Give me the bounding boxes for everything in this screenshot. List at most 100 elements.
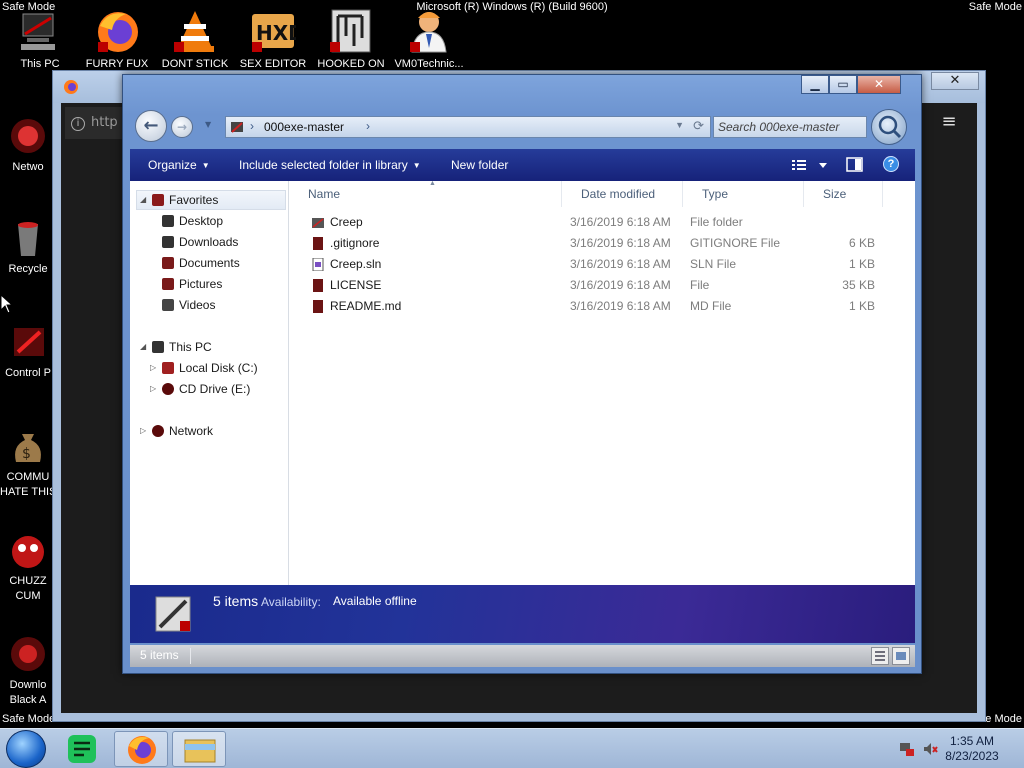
desktop-icon-this-pc[interactable]: This PC	[1, 8, 79, 71]
file-icon	[313, 237, 323, 250]
network-tray-icon[interactable]	[898, 741, 914, 761]
file-type: MD File	[690, 299, 732, 313]
organize-button[interactable]: Organize ▼	[148, 158, 210, 172]
command-bar: Organize ▼ Include selected folder in lib…	[130, 149, 915, 181]
large-icons-view-button[interactable]	[892, 647, 910, 665]
firefox-icon	[94, 8, 140, 54]
column-header-type[interactable]: Type	[684, 181, 804, 207]
expand-arrow-icon[interactable]: ▷	[140, 426, 146, 435]
desktop-icon-commu[interactable]: $ COMMU HATE THIS	[0, 426, 56, 500]
preview-pane-icon	[846, 157, 863, 172]
column-header-size[interactable]: Size	[805, 181, 883, 207]
desktop-icon-recycle[interactable]: Recycle	[0, 218, 56, 277]
search-input[interactable]: Search 000exe-master	[713, 116, 867, 138]
hxd-icon: HXD	[250, 8, 305, 54]
address-dropdown-icon[interactable]: ▼	[675, 120, 684, 130]
collapse-arrow-icon[interactable]: ◢	[140, 342, 146, 351]
svg-text:$: $	[22, 446, 31, 462]
column-header-date[interactable]: Date modified	[563, 181, 683, 207]
desktop-icon-label: Control P	[5, 367, 51, 379]
clock-date: 8/23/2023	[945, 749, 999, 763]
help-icon[interactable]: ?	[883, 156, 899, 172]
file-icon	[313, 300, 323, 313]
nav-network[interactable]: Network	[152, 422, 213, 440]
nav-documents[interactable]: Documents	[162, 254, 240, 272]
clock-time: 1:35 AM	[949, 734, 995, 748]
nav-local-disk[interactable]: Local Disk (C:)	[162, 359, 258, 377]
safe-mode-label-bottom-left: Safe Mode	[2, 713, 56, 725]
mouse-cursor-icon	[0, 293, 14, 318]
taskbar-firefox[interactable]	[114, 731, 168, 767]
desktop-icon-control-panel[interactable]: Control P	[0, 322, 56, 381]
browser-close-button[interactable]: ✕	[931, 72, 979, 90]
include-in-library-button[interactable]: Include selected folder in library ▼	[239, 158, 421, 172]
desktop-icon-download[interactable]: Downlo Black A	[0, 634, 56, 708]
desktop-icon-label: SEX EDITOR	[239, 58, 307, 70]
address-bar[interactable]: › 000exe-master › ▼ ⟳	[225, 116, 711, 138]
maximize-button[interactable]: ▭	[829, 75, 857, 94]
file-name: .gitignore	[330, 236, 380, 250]
new-folder-button[interactable]: New folder	[451, 158, 508, 172]
navigation-bar: ← → ▼ › 000exe-master › ▼ ⟳ Search 000ex…	[131, 109, 913, 145]
details-availability-value: Available offline	[333, 594, 417, 608]
change-view-button[interactable]	[792, 157, 832, 176]
nav-this-pc[interactable]: This PC	[152, 338, 212, 356]
back-button[interactable]: ←	[135, 110, 167, 142]
start-button[interactable]	[6, 730, 46, 768]
minimize-button[interactable]: ▁	[801, 75, 829, 94]
desktop-icon-label: Netwo	[12, 161, 44, 173]
file-size: 35 KB	[842, 278, 875, 292]
file-row[interactable]: Creep.sln 3/16/2019 6:18 AM SLN File 1 K…	[290, 254, 915, 275]
recent-locations-chevron-icon[interactable]: ▼	[205, 120, 211, 129]
browser-menu-button[interactable]: ≡	[925, 107, 973, 139]
nav-this-pc-label: This PC	[169, 340, 212, 354]
forward-arrow-icon: →	[176, 120, 188, 134]
download-icon	[8, 634, 48, 674]
taskbar-file-explorer[interactable]	[172, 731, 226, 767]
nav-videos-label: Videos	[179, 298, 216, 312]
refresh-icon[interactable]: ⟳	[693, 118, 704, 134]
chuzzle-icon	[8, 530, 48, 570]
file-row[interactable]: Creep 3/16/2019 6:18 AM File folder	[290, 212, 915, 233]
file-row[interactable]: LICENSE 3/16/2019 6:18 AM File 35 KB	[290, 275, 915, 296]
explorer-window[interactable]: ▁ ▭ ✕ ← → ▼ › 000exe-master › ▼ ⟳ Search…	[122, 74, 922, 674]
close-button[interactable]: ✕	[857, 75, 901, 94]
nav-pictures[interactable]: Pictures	[162, 275, 222, 293]
taskbar-notes-app[interactable]	[56, 731, 110, 767]
clock[interactable]: 1:35 AM 8/23/2023	[932, 734, 1012, 764]
file-row[interactable]: README.md 3/16/2019 6:18 AM MD File 1 KB	[290, 296, 915, 317]
desktop-icon-dont-stick[interactable]: DONT STICK	[156, 8, 234, 71]
technician-icon	[406, 8, 452, 54]
breadcrumb-separator-2: ›	[366, 119, 370, 133]
file-date: 3/16/2019 6:18 AM	[570, 278, 671, 292]
file-list: Name ▲ Date modified Type Size Creep 3/1…	[290, 180, 915, 585]
organize-dropdown-icon: ▼	[201, 161, 210, 171]
nav-cd-drive[interactable]: CD Drive (E:)	[162, 380, 250, 398]
status-bar: 5 items	[130, 645, 915, 667]
network-icon	[8, 116, 48, 156]
nav-videos[interactable]: Videos	[162, 296, 215, 314]
nav-downloads[interactable]: Downloads	[162, 233, 238, 251]
expand-arrow-icon[interactable]: ▷	[150, 384, 156, 393]
desktop-icon-sex-editor[interactable]: HXD SEX EDITOR	[234, 8, 312, 71]
desktop-icon-furry-fux[interactable]: FURRY FUX	[78, 8, 156, 71]
desktop-icon-hooked-on[interactable]: HOOKED ON	[312, 8, 390, 71]
desktop-icon-chuzz[interactable]: CHUZZ CUM	[0, 530, 56, 604]
column-header-name[interactable]: Name	[290, 181, 562, 207]
desktop-icon-label: FURRY FUX	[85, 58, 149, 70]
expand-arrow-icon[interactable]: ▷	[150, 363, 156, 372]
money-bag-icon: $	[8, 426, 48, 466]
nav-favorites[interactable]: Favorites	[152, 191, 218, 209]
cd-drive-icon	[162, 383, 174, 395]
preview-pane-button[interactable]	[846, 157, 864, 176]
desktop-icon-network[interactable]: Netwo	[0, 116, 56, 175]
collapse-arrow-icon[interactable]: ◢	[140, 195, 146, 204]
nav-desktop[interactable]: Desktop	[162, 212, 223, 230]
breadcrumb-folder[interactable]: 000exe-master	[264, 120, 344, 134]
file-row[interactable]: .gitignore 3/16/2019 6:18 AM GITIGNORE F…	[290, 233, 915, 254]
forward-button[interactable]: →	[171, 116, 193, 138]
desktop-icon-vm0technician[interactable]: VM0Technic...	[390, 8, 468, 71]
search-button[interactable]	[871, 109, 907, 145]
details-view-button[interactable]	[871, 647, 889, 665]
desktop-icon-label: HOOKED ON	[317, 58, 385, 70]
